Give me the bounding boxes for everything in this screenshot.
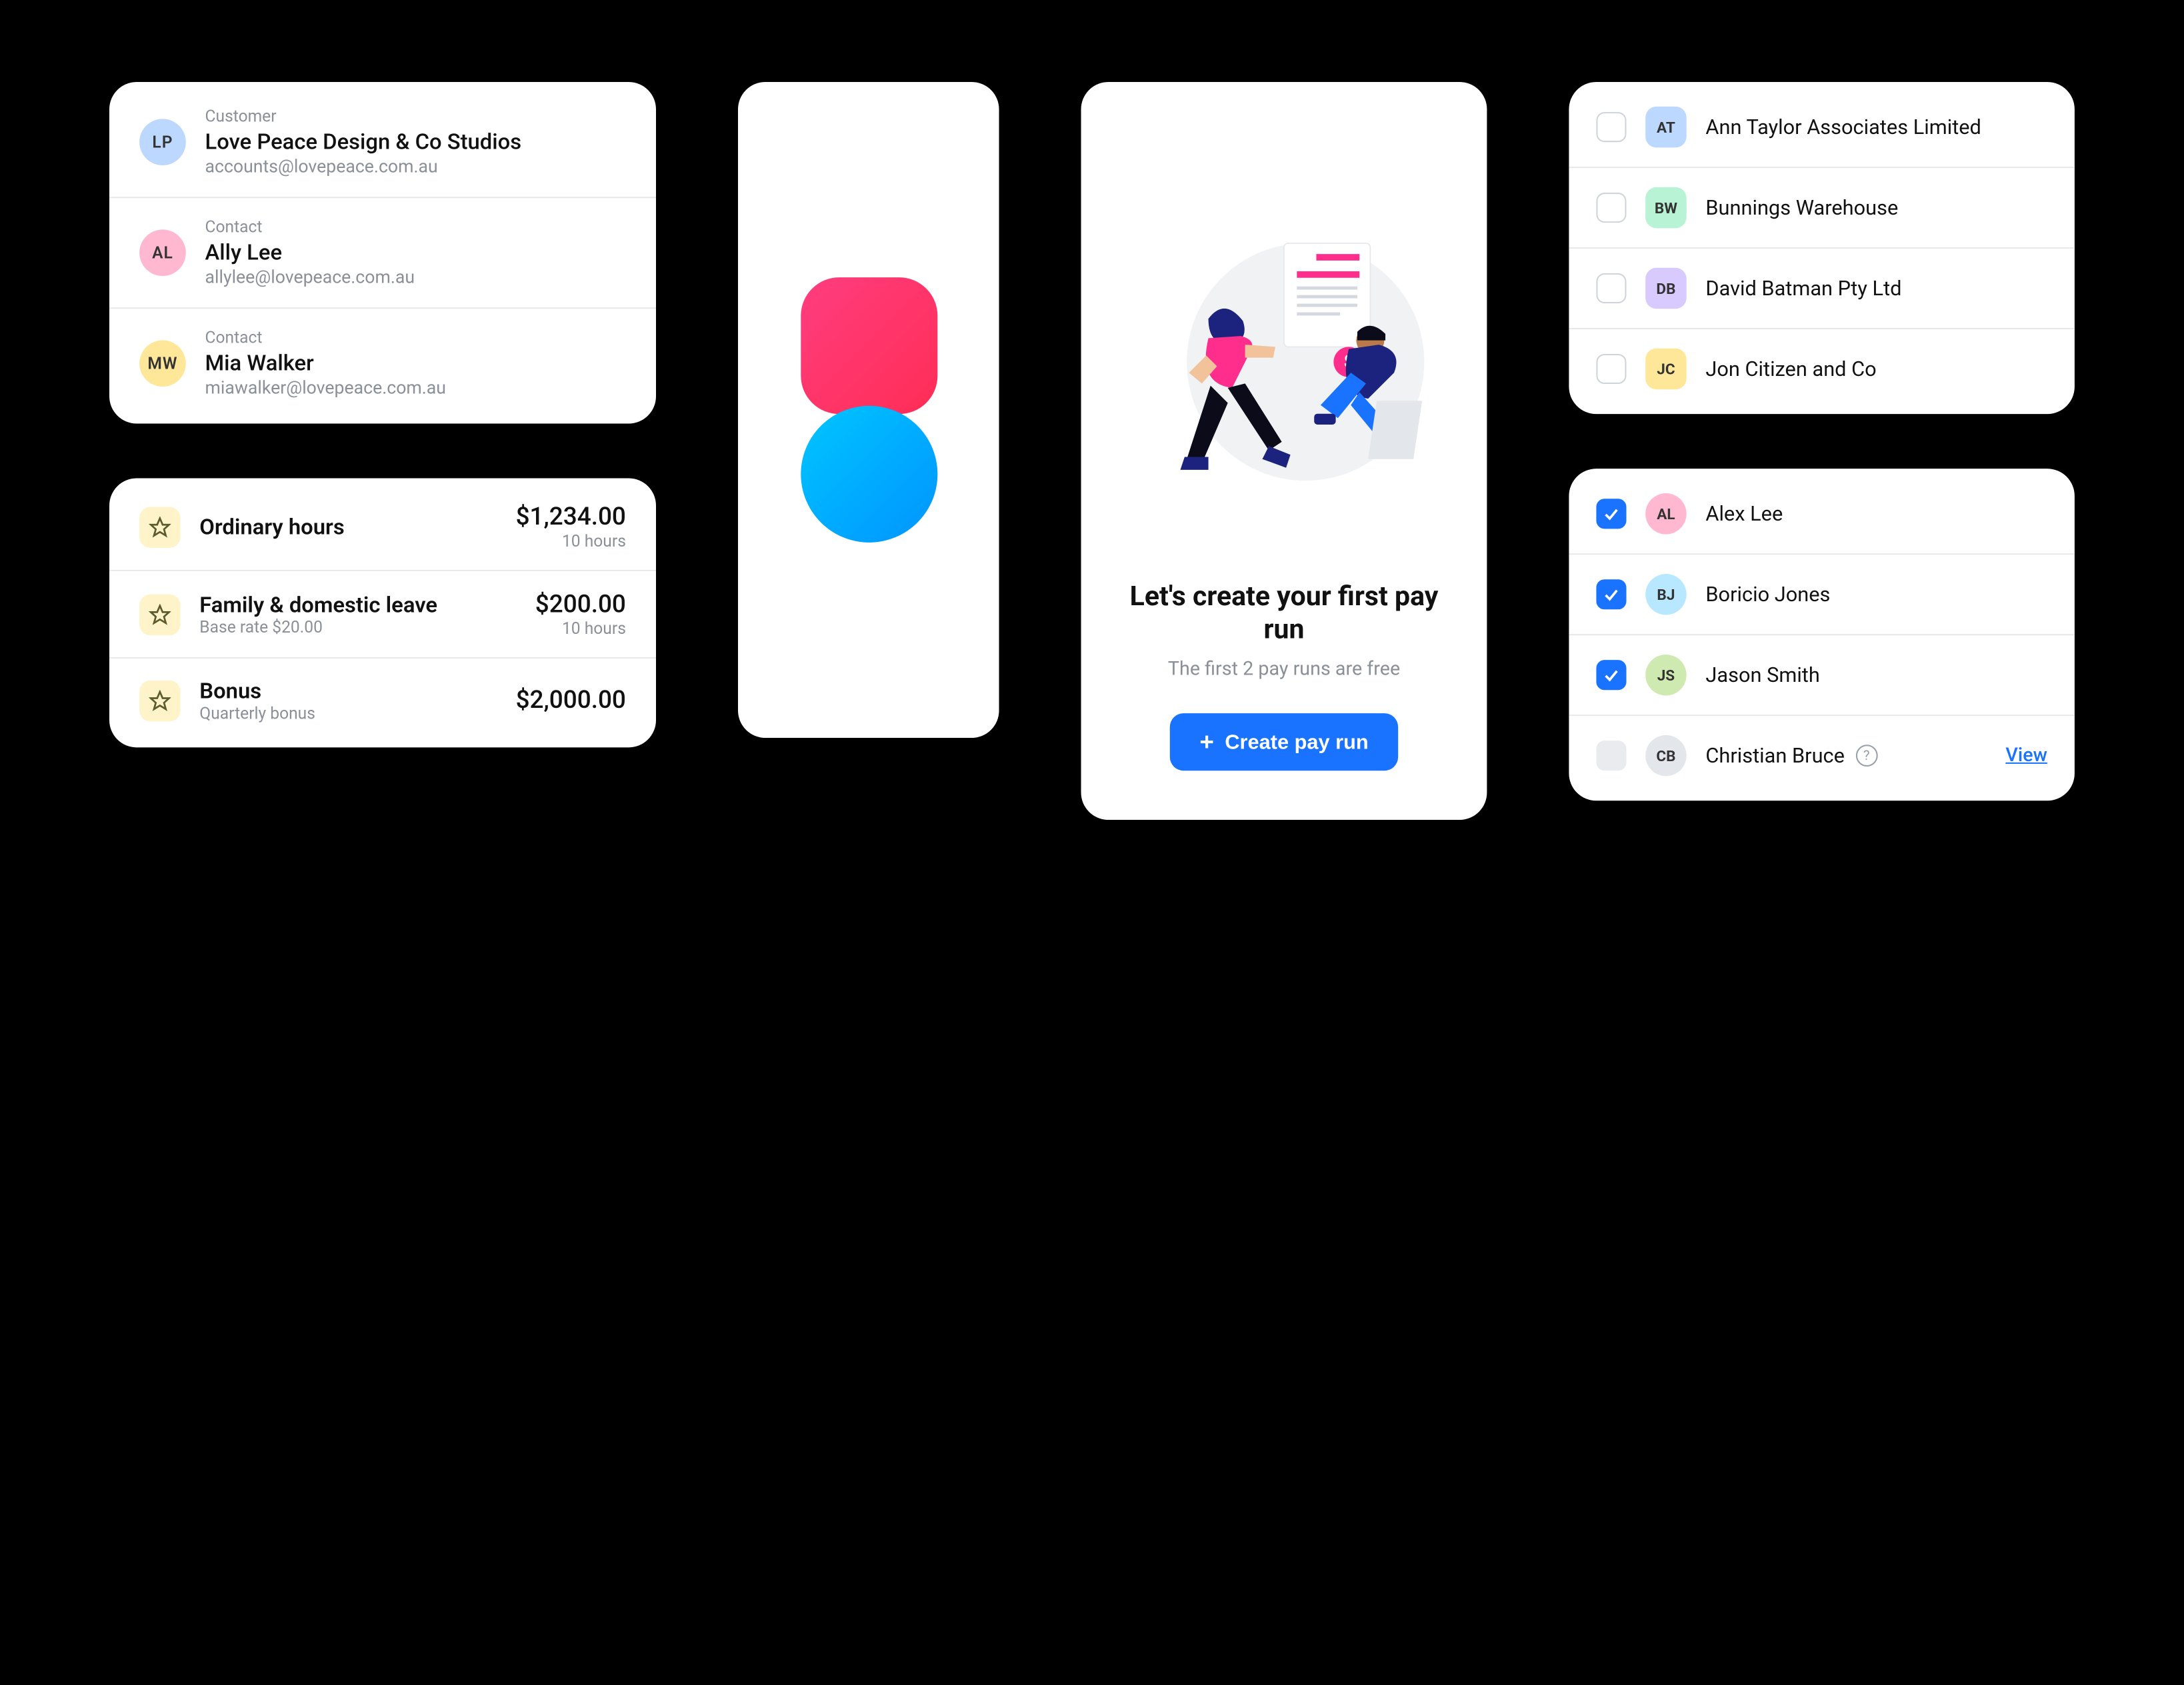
- pay-item-title: Family & domestic leave: [199, 592, 516, 618]
- checkbox[interactable]: [1596, 499, 1626, 529]
- org-chip: AT: [1645, 107, 1687, 148]
- pay-item-amount: $2,000.00: [516, 686, 626, 715]
- pay-item-title: Ordinary hours: [199, 514, 497, 540]
- person-name: Alex Lee: [1705, 501, 1783, 526]
- checkbox[interactable]: [1596, 579, 1626, 609]
- pay-items-card: Ordinary hours$1,234.0010 hoursFamily & …: [109, 479, 656, 748]
- checkbox[interactable]: [1596, 660, 1626, 690]
- org-select-card: AT Ann Taylor Associates Limited BW Bunning…: [1569, 82, 2075, 414]
- checkbox: [1596, 741, 1626, 771]
- view-link[interactable]: View: [2005, 745, 2047, 767]
- create-payrun-card: $: [1081, 82, 1487, 820]
- brand-logo-card: [738, 82, 999, 738]
- org-chip: DB: [1645, 268, 1687, 309]
- person-row[interactable]: BJ Boricio Jones: [1569, 555, 2075, 635]
- org-chip: JC: [1645, 349, 1687, 390]
- avatar: JS: [1645, 655, 1687, 696]
- contact-label: Contact: [205, 217, 415, 237]
- person-row[interactable]: AL Alex Lee: [1569, 474, 2075, 555]
- pay-item-row[interactable]: Family & domestic leaveBase rate $20.00 $…: [109, 570, 656, 657]
- checkbox[interactable]: [1596, 273, 1626, 303]
- checkbox[interactable]: [1596, 112, 1626, 142]
- person-row: CB Christian Bruce? View: [1569, 716, 2075, 795]
- contact-row[interactable]: MW Contact Mia Walker miawalker@lovepeace.c…: [109, 307, 656, 418]
- payrun-heading: Let's create your first pay run: [1122, 579, 1446, 645]
- checkbox[interactable]: [1596, 354, 1626, 384]
- person-name: Jason Smith: [1705, 663, 1819, 687]
- pay-item-title: Bonus: [199, 678, 497, 704]
- create-payrun-button[interactable]: + Create pay run: [1169, 713, 1399, 771]
- avatar: AL: [139, 229, 186, 276]
- checkbox[interactable]: [1596, 193, 1626, 223]
- pay-item-sub: Base rate $20.00: [199, 618, 516, 637]
- contact-row[interactable]: LP Customer Love Peace Design & Co Studios…: [109, 87, 656, 197]
- contact-email: miawalker@lovepeace.com.au: [205, 379, 447, 399]
- person-name: Boricio Jones: [1705, 582, 1830, 607]
- payrun-subtext: The first 2 pay runs are free: [1168, 659, 1400, 681]
- people-select-card: AL Alex Lee BJ Boricio Jones JS Jason Smith CB…: [1569, 469, 2075, 801]
- pay-item-hours: 10 hours: [562, 619, 626, 639]
- contact-row[interactable]: AL ContactAlly Lee allylee@lovepeace.com.a…: [109, 197, 656, 307]
- org-row[interactable]: BW Bunnings Warehouse: [1569, 168, 2075, 249]
- create-payrun-button-label: Create pay run: [1225, 731, 1368, 754]
- contact-name: Love Peace Design & Co Studios: [205, 129, 522, 155]
- org-row[interactable]: DB David Batman Pty Ltd: [1569, 249, 2075, 329]
- contact-label: Customer: [205, 107, 522, 126]
- avatar: LP: [139, 119, 186, 165]
- avatar: AL: [1645, 493, 1687, 535]
- star-icon: [139, 507, 181, 548]
- avatar: BJ: [1645, 574, 1687, 615]
- org-row[interactable]: AT Ann Taylor Associates Limited: [1569, 87, 2075, 168]
- contact-label: Contact: [205, 328, 447, 347]
- org-name: Ann Taylor Associates Limited: [1705, 115, 1981, 139]
- org-chip: BW: [1645, 187, 1687, 229]
- avatar: MW: [139, 340, 186, 387]
- pay-item-amount: $200.00: [535, 591, 626, 619]
- avatar: CB: [1645, 735, 1687, 777]
- pay-item-hours: 10 hours: [562, 531, 626, 551]
- contact-name: Ally Lee: [205, 239, 415, 265]
- brand-circle-icon: [800, 406, 937, 543]
- org-name: Jon Citizen and Co: [1705, 357, 1876, 381]
- contact-name: Mia Walker: [205, 350, 447, 376]
- contact-email: allylee@lovepeace.com.au: [205, 268, 415, 289]
- star-icon: [139, 594, 181, 635]
- contacts-card: LP Customer Love Peace Design & Co Studios…: [109, 82, 656, 424]
- person-name: Christian Bruce: [1705, 743, 1845, 768]
- brand-square-icon: [800, 277, 937, 414]
- org-row[interactable]: JC Jon Citizen and Co: [1569, 329, 2075, 409]
- contact-email: accounts@lovepeace.com.au: [205, 157, 522, 178]
- pay-item-sub: Quarterly bonus: [199, 704, 497, 723]
- plus-icon: +: [1199, 730, 1214, 755]
- info-icon[interactable]: ?: [1855, 745, 1877, 767]
- person-row[interactable]: JS Jason Smith: [1569, 635, 2075, 716]
- org-name: Bunnings Warehouse: [1705, 195, 1898, 220]
- pay-item-row[interactable]: BonusQuarterly bonus $2,000.00: [109, 657, 656, 742]
- pay-item-row[interactable]: Ordinary hours $1,234.0010 hours: [109, 484, 656, 570]
- org-name: David Batman Pty Ltd: [1705, 276, 1901, 301]
- payrun-illustration: $: [1122, 123, 1446, 580]
- pay-item-amount: $1,234.00: [516, 503, 626, 531]
- star-icon: [139, 680, 181, 721]
